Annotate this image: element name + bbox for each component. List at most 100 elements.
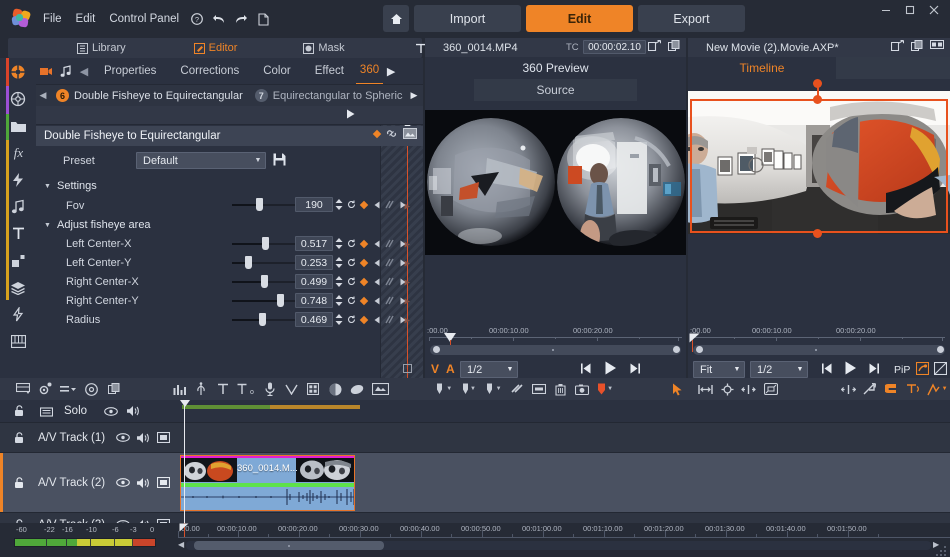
timeline-row-av-1[interactable]	[178, 423, 950, 453]
audio-track-toggle[interactable]: A	[446, 362, 455, 376]
timeline-preview-scrollbar[interactable]	[693, 345, 945, 355]
param-value-right-center-y[interactable]: 0.748	[295, 293, 333, 308]
param-value-radius[interactable]: 0.469	[295, 312, 333, 327]
rail-title-icon[interactable]	[0, 220, 36, 247]
rail-particle-icon[interactable]	[0, 301, 36, 328]
param-slider-right-center-x[interactable]	[232, 281, 296, 283]
save-preset-icon[interactable]	[273, 153, 286, 169]
keyframe-diamond-icon[interactable]	[373, 129, 381, 137]
ruler-playhead-handle[interactable]	[179, 523, 189, 532]
tab-timeline-secondary[interactable]	[836, 57, 950, 79]
keyframe-play-icon[interactable]	[346, 109, 355, 122]
tlprev-playhead-handle[interactable]	[689, 333, 700, 343]
handle-bottom-center[interactable]	[813, 229, 822, 238]
mark-out-icon[interactable]: ▼	[481, 378, 507, 400]
lock-icon[interactable]	[10, 401, 30, 421]
keyframe-disabled-icon[interactable]	[385, 314, 395, 325]
play-button[interactable]	[604, 361, 617, 375]
eye-visibility-icon[interactable]	[101, 401, 121, 421]
clip-video-icon[interactable]	[36, 60, 56, 82]
subtitle-icon[interactable]: o	[234, 378, 260, 400]
delete-icon[interactable]	[550, 378, 572, 400]
prev-keyframe-icon[interactable]	[372, 257, 382, 268]
rail-effect-room-icon[interactable]	[0, 85, 36, 112]
fisheye-preview-image[interactable]	[425, 110, 686, 255]
track-mask-icon[interactable]	[153, 473, 173, 493]
selection-tool-icon[interactable]	[667, 378, 689, 400]
tab-source[interactable]: Source	[474, 79, 637, 101]
param-stepper-fov[interactable]	[334, 198, 344, 211]
pip-label[interactable]: PiP	[894, 364, 910, 376]
speaker-volume-icon[interactable]	[133, 473, 153, 493]
lock-icon[interactable]	[10, 428, 30, 448]
track-header-av-2[interactable]: A/V Track (2)	[0, 453, 178, 513]
next-keyframe-icon[interactable]	[398, 199, 408, 210]
timeline-ruler[interactable]: :00.00 00:00:10.00 00:00:20.00 00:00:30.…	[178, 523, 950, 557]
shuffle-icon[interactable]	[506, 378, 528, 400]
keyframe-disabled-icon[interactable]	[385, 199, 395, 210]
reset-icon[interactable]	[346, 238, 356, 249]
next-keyframe-icon[interactable]	[398, 276, 408, 287]
tl-next-frame-button[interactable]	[868, 363, 880, 374]
speaker-volume-icon[interactable]	[133, 428, 153, 448]
clip-audio-icon[interactable]	[56, 60, 76, 82]
rail-chapter-icon[interactable]	[0, 328, 36, 355]
track-mask-icon[interactable]	[153, 428, 173, 448]
track-height-icon[interactable]	[55, 378, 81, 400]
blending-mode-icon[interactable]	[324, 378, 346, 400]
duplicate-icon[interactable]	[668, 40, 680, 55]
param-stepper-left-center-x[interactable]	[334, 237, 344, 250]
param-slider-fov[interactable]	[232, 204, 296, 206]
preset-select[interactable]: Default ▼	[136, 152, 266, 169]
snapshot-icon[interactable]	[572, 378, 594, 400]
new-document-icon[interactable]	[252, 9, 274, 29]
tlprev-quality-select[interactable]: 1/2 ▼	[750, 361, 808, 378]
snapping-icon[interactable]	[81, 378, 103, 400]
nav-next-arrow-icon[interactable]: ▶	[383, 60, 399, 82]
rail-media-room-icon[interactable]	[0, 58, 36, 85]
keyframe-end-icon[interactable]	[403, 364, 412, 373]
reset-icon[interactable]	[346, 199, 356, 210]
home-button[interactable]	[383, 5, 409, 32]
tab-color[interactable]: Color	[251, 58, 302, 84]
record-voice-icon[interactable]	[259, 378, 281, 400]
rail-folder-icon[interactable]	[0, 112, 36, 139]
tab-library[interactable]: Library	[68, 38, 135, 58]
keyframe-disabled-icon[interactable]	[385, 276, 395, 287]
scroll-left-arrow-icon[interactable]: ◀	[178, 540, 184, 549]
preview-ruler[interactable]: :00.00 00:00:10.00 00:00:20.00	[425, 326, 686, 344]
tab-properties[interactable]: Properties	[92, 58, 168, 84]
preview-timecode[interactable]: 00:00:02.10	[583, 40, 646, 54]
speaker-volume-icon[interactable]	[123, 401, 143, 421]
zoom-fit-icon[interactable]	[837, 378, 859, 400]
keyframe-disabled-icon[interactable]	[385, 295, 395, 306]
timeline-playhead-handle[interactable]	[180, 400, 190, 407]
magnet-snap-icon[interactable]	[881, 378, 903, 400]
next-frame-button[interactable]	[629, 363, 641, 374]
rail-layers-icon[interactable]	[0, 274, 36, 301]
minimize-button[interactable]	[874, 0, 898, 20]
mark-in-icon[interactable]: ▼	[455, 378, 481, 400]
keyframe-diamond-icon[interactable]	[359, 276, 369, 287]
track-manager-icon[interactable]	[12, 378, 34, 400]
prev-keyframe-icon[interactable]	[372, 238, 382, 249]
close-button[interactable]	[922, 0, 946, 20]
timeline-clip[interactable]: 360_0014.M...	[180, 455, 355, 511]
timeline-preview-ruler[interactable]: :00.00 00:00:10.00 00:00:20.00	[688, 326, 950, 344]
nav-prev-arrow-icon[interactable]: ◀	[76, 60, 92, 82]
preview-scrollbar[interactable]	[430, 345, 681, 355]
param-slider-left-center-x[interactable]	[232, 243, 296, 245]
import-button[interactable]: Import	[414, 5, 521, 32]
tl-prev-frame-button[interactable]	[821, 363, 833, 374]
rail-pip-object-icon[interactable]	[0, 247, 36, 274]
timeline-tracks-area[interactable]: 360_0014.M...	[178, 400, 950, 523]
timeline-row-av-2[interactable]: 360_0014.M...	[178, 453, 950, 513]
prev-keyframe-icon[interactable]	[372, 276, 382, 287]
move-tool-icon[interactable]	[716, 378, 738, 400]
redo-icon[interactable]	[230, 9, 252, 29]
param-stepper-right-center-y[interactable]	[334, 294, 344, 307]
param-stepper-radius[interactable]	[334, 313, 344, 326]
chroma-key-icon[interactable]	[281, 378, 303, 400]
trim-tool-icon[interactable]	[738, 378, 760, 400]
fade-icon[interactable]	[859, 378, 881, 400]
